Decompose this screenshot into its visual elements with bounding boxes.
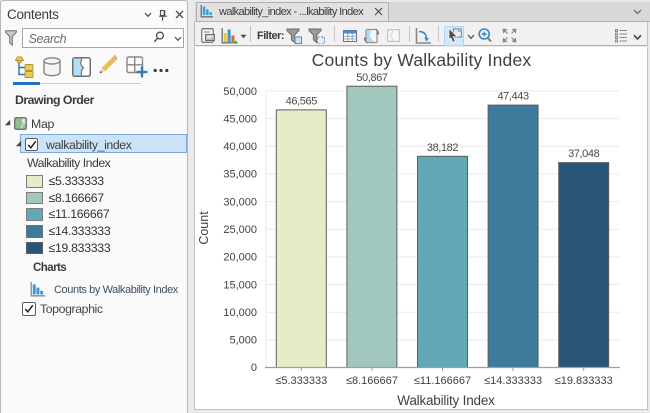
svg-text:15,000: 15,000 [223,279,257,291]
svg-text:0: 0 [251,362,257,374]
svg-text:25,000: 25,000 [223,224,257,236]
svg-text:45,000: 45,000 [223,113,257,125]
svg-text:46,565: 46,565 [286,96,318,108]
svg-text:Counts by Walkability Index: Counts by Walkability Index [312,50,532,70]
svg-text:≤11.166667: ≤11.166667 [414,375,471,387]
svg-text:50,000: 50,000 [223,86,257,98]
svg-text:37,048: 37,048 [568,148,600,160]
svg-text:40,000: 40,000 [223,141,257,153]
svg-text:Walkability Index: Walkability Index [397,393,495,408]
svg-text:10,000: 10,000 [223,307,257,319]
svg-text:≤14.333333: ≤14.333333 [484,375,542,387]
svg-text:≤8.166667: ≤8.166667 [346,375,398,387]
svg-text:38,182: 38,182 [427,142,459,154]
svg-text:35,000: 35,000 [223,169,257,181]
svg-text:5,000: 5,000 [229,335,257,347]
svg-text:30,000: 30,000 [223,196,257,208]
svg-text:47,443: 47,443 [497,91,529,103]
svg-text:50,867: 50,867 [356,72,388,84]
svg-text:Count: Count [197,211,211,245]
svg-text:≤5.333333: ≤5.333333 [275,375,327,387]
svg-text:≤19.833333: ≤19.833333 [555,375,613,387]
svg-text:20,000: 20,000 [223,252,257,264]
